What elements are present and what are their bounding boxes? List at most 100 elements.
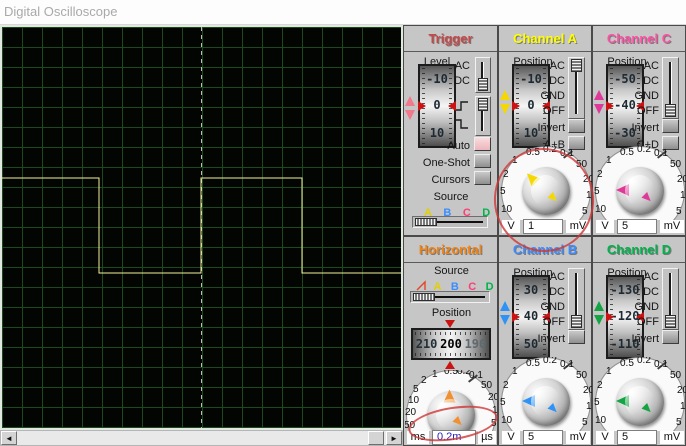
oscilloscope-window: Digital Oscilloscope ◄ ► Trigger Level -… (0, 0, 686, 446)
channel-d-scale-value[interactable]: 5 (617, 430, 657, 445)
channel-c-ac-label: AC (643, 60, 659, 72)
knob-scale-value: 20 (677, 385, 686, 396)
knob-scale-value: 20 (677, 174, 686, 185)
trigger-cursors-button[interactable] (474, 171, 491, 185)
waveform-display (0, 25, 403, 430)
knob-scale-value: 50 (670, 370, 682, 381)
knob-pointer-small-icon (547, 402, 560, 416)
knob-scale-value: 5 (500, 397, 506, 408)
knob-scale-value: 1 (512, 366, 518, 377)
dial-pointer-left-icon (512, 312, 520, 322)
slider-handle[interactable] (665, 315, 676, 328)
channel-d-title: Channel D (593, 237, 685, 263)
knob-scale-value: 50 (481, 380, 493, 391)
channel-c-unit-right: mV (660, 220, 684, 233)
falling-edge-icon (456, 119, 468, 129)
scrollbar-left-button[interactable]: ◄ (1, 431, 17, 445)
trigger-auto-button[interactable] (474, 137, 491, 151)
channel-a-dc-label: DC (549, 75, 565, 87)
channel-a-invert-button[interactable] (568, 119, 585, 133)
knob-scale-value: 1 (606, 366, 612, 377)
trigger-edge-slider[interactable] (475, 96, 491, 136)
channel-c-coupling-slider[interactable] (662, 57, 679, 119)
knob-scale-value: 20 (405, 407, 417, 418)
scrollbar-right-button[interactable]: ► (386, 431, 402, 445)
slider-handle[interactable] (571, 315, 582, 328)
arrow-up-icon (594, 90, 604, 100)
arrow-up-icon (594, 301, 604, 311)
horizontal-source-label: Source (434, 265, 469, 277)
knob-scale-value: 0.1 (654, 359, 668, 370)
arrow-down-icon (500, 315, 510, 325)
channel-b-position-arrows (500, 301, 512, 325)
channel-b-unit-right: mV (566, 431, 590, 444)
channel-c-gnd-label: GND (634, 90, 659, 102)
knob-scale-value: 0.2 (637, 146, 651, 155)
dial-pointer-left-icon (606, 101, 614, 111)
dial-value: 10 (429, 126, 445, 140)
trigger-cursors-label: Cursors (431, 174, 470, 186)
knob-scale-value: 0.5 (620, 147, 634, 158)
dial-pointer-left-icon (606, 312, 614, 322)
display-scrollbar[interactable]: ◄ ► (0, 430, 403, 446)
dial-value: 210 (415, 337, 438, 351)
channel-d-coupling-slider[interactable] (662, 268, 679, 330)
arrow-down-icon (500, 104, 510, 114)
channel-c-scale-value[interactable]: 5 (617, 219, 657, 234)
channel-b-scale-value[interactable]: 5 (523, 430, 563, 445)
slider-handle[interactable] (478, 78, 488, 91)
channel-b-invert-label: Invert (537, 333, 565, 345)
knob-scale-value: 0.5 (620, 358, 634, 369)
channel-d-unit-right: mV (660, 431, 684, 444)
knob-scale-value: 0.1 (654, 148, 668, 159)
channel-b-scale-knob[interactable] (522, 378, 570, 426)
slider-handle[interactable] (478, 98, 488, 111)
channel-c-panel: Channel C Position -50 -40 -30 AC DC GND… (592, 25, 686, 236)
channel-d-invert-button[interactable] (662, 330, 679, 344)
waveform-layer (2, 177, 401, 274)
channel-d-gnd-label: GND (634, 301, 659, 313)
trigger-coupling-slider[interactable] (475, 57, 491, 93)
trigger-auto-label: Auto (447, 140, 470, 152)
slider-handle[interactable] (415, 218, 437, 226)
channel-c-invert-button[interactable] (662, 119, 679, 133)
trigger-dc-label: DC (454, 75, 470, 87)
channel-d-dc-label: DC (643, 286, 659, 298)
horizontal-title: Horizontal (404, 237, 497, 263)
channel-a-coupling-slider[interactable] (568, 57, 585, 119)
knob-scale-value: 0.5 (444, 370, 458, 377)
knob-scale-value: 10 (595, 415, 607, 426)
horizontal-position-dial[interactable]: 210 200 190 (411, 328, 491, 360)
dial-pointer-up-icon (445, 361, 455, 369)
knob-scale-value: 0.5 (526, 358, 540, 369)
scrollbar-thumb[interactable] (368, 431, 384, 445)
channel-d-scale-knob[interactable] (616, 378, 664, 426)
slider-handle[interactable] (665, 104, 676, 117)
knob-scale-value: 5 (594, 397, 600, 408)
slider-handle[interactable] (413, 293, 435, 301)
channel-b-coupling-slider[interactable] (568, 268, 585, 330)
channel-d-ac-label: AC (643, 271, 659, 283)
knob-scale-value: 5 (582, 417, 588, 428)
channel-b-scale-dial: 20105210.50.20.150201052 (500, 357, 592, 431)
slider-handle[interactable] (571, 59, 582, 72)
channel-a-gnd-label: GND (540, 90, 565, 102)
horizontal-source-slider[interactable] (410, 291, 490, 303)
arrow-up-icon (500, 301, 510, 311)
channel-b-invert-button[interactable] (568, 330, 585, 344)
dial-pointer-down-icon (445, 320, 455, 328)
knob-pointer-icon (443, 389, 456, 403)
channel-d-panel: Channel D Position -130 -120 -110 AC DC … (592, 236, 686, 446)
title-bar: Digital Oscilloscope (0, 0, 686, 25)
knob-scale-value: 10 (408, 395, 420, 406)
knob-scale-value: 0.1 (560, 359, 574, 370)
channel-c-off-label: OFF (637, 105, 659, 117)
trigger-oneshot-button[interactable] (474, 154, 491, 168)
channel-c-invert-label: Invert (631, 122, 659, 134)
channel-a-position-arrows (500, 90, 512, 114)
dial-pointer-left-icon (512, 101, 520, 111)
channel-c-scale-knob[interactable] (616, 167, 664, 215)
trigger-source-slider[interactable] (412, 216, 488, 228)
knob-scale-value: 10 (501, 415, 513, 426)
channel-c-dc-label: DC (643, 75, 659, 87)
